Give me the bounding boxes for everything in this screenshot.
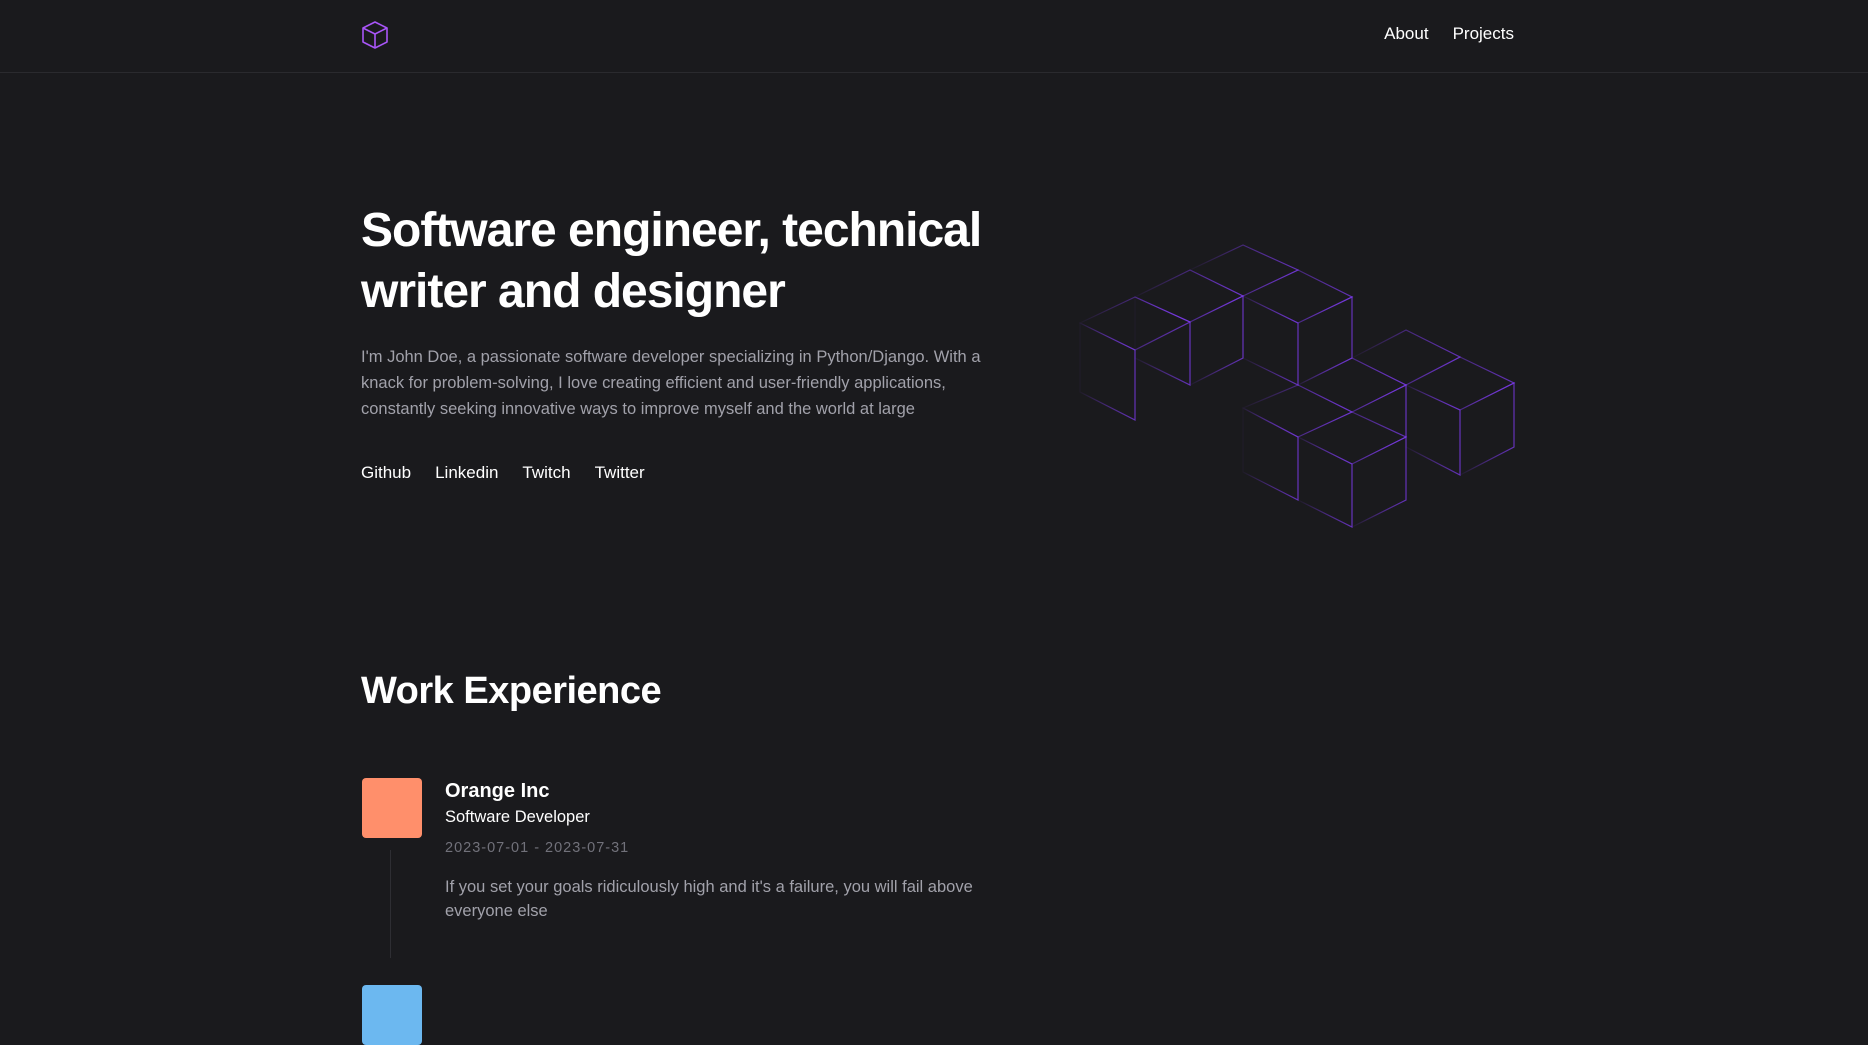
hero-title: Software engineer, technical writer and … — [361, 204, 982, 318]
timeline-line — [390, 850, 391, 958]
main-nav: About Projects — [1384, 24, 1514, 44]
social-twitch-link[interactable]: Twitch — [522, 463, 570, 483]
social-github-link[interactable]: Github — [361, 463, 411, 483]
experience-company: Orange Inc — [445, 780, 550, 802]
cube-logo-icon[interactable] — [361, 20, 389, 50]
isometric-cubes-illustration — [1078, 244, 1516, 528]
nav-projects-link[interactable]: Projects — [1453, 24, 1514, 44]
social-links: Github Linkedin Twitch Twitter — [361, 463, 645, 483]
company-logo-next — [362, 985, 422, 1045]
experience-dates: 2023-07-01 - 2023-07-31 — [445, 840, 630, 856]
company-logo-orange — [362, 778, 422, 838]
social-twitter-link[interactable]: Twitter — [595, 463, 645, 483]
social-linkedin-link[interactable]: Linkedin — [435, 463, 498, 483]
experience-description: If you set your goals ridiculously high … — [445, 878, 973, 920]
work-experience-title: Work Experience — [361, 670, 662, 712]
site-header: About Projects — [0, 0, 1868, 73]
hero-description: I'm John Doe, a passionate software deve… — [361, 348, 981, 418]
nav-about-link[interactable]: About — [1384, 24, 1428, 44]
experience-role: Software Developer — [445, 808, 590, 826]
